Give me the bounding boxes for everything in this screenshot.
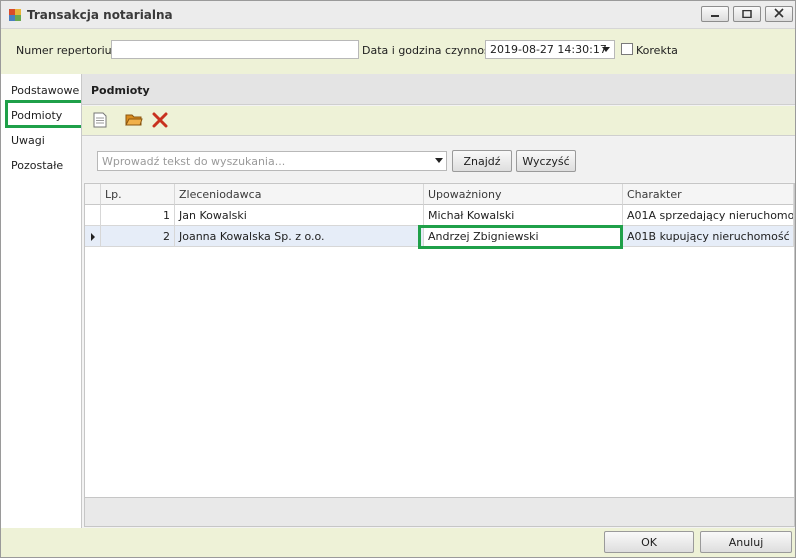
maximize-button[interactable] [733, 6, 761, 22]
repertorium-label: Numer repertorium [16, 44, 123, 57]
search-input[interactable]: Wprowadź tekst do wyszukania... [97, 151, 447, 171]
cell-client[interactable]: Jan Kowalski [175, 205, 424, 226]
main-window: Transakcja notarialna Numer repertorium … [0, 0, 796, 558]
table-footer [84, 498, 795, 527]
main-panel: Podmioty Wprowadź tekst do wyszukania...… [81, 74, 795, 528]
dialog-buttons: OK Anuluj [1, 528, 795, 557]
column-header-role[interactable]: Charakter [623, 184, 794, 205]
table-row[interactable]: 1 Jan Kowalski Michał Kowalski A01A sprz… [85, 205, 794, 226]
datetime-value: 2019-08-27 14:30:17 [490, 43, 607, 56]
nav-item-pozostale[interactable]: Pozostałe [11, 159, 63, 172]
correction-label: Korekta [636, 44, 678, 57]
find-button[interactable]: Znajdź [452, 150, 512, 172]
open-folder-icon [125, 112, 143, 130]
column-header-client[interactable]: Zleceniodawca [175, 184, 424, 205]
cancel-button[interactable]: Anuluj [700, 531, 792, 553]
column-header-lp[interactable]: Lp. [101, 184, 175, 205]
row-indicator[interactable] [85, 226, 101, 247]
new-document-icon [93, 112, 107, 131]
left-navigation: Podstawowe Podmioty Uwagi Pozostałe [1, 74, 81, 528]
close-icon [774, 7, 784, 21]
delete-icon [152, 112, 168, 131]
app-icon [8, 8, 22, 22]
nav-item-uwagi[interactable]: Uwagi [11, 134, 45, 147]
delete-button[interactable] [151, 112, 169, 130]
table-header: Lp. Zleceniodawca Upoważniony Charakter [85, 184, 794, 205]
maximize-icon [742, 8, 752, 21]
cell-role[interactable]: A01B kupujący nieruchomość [623, 226, 794, 247]
ok-button[interactable]: OK [604, 531, 694, 553]
search-area: Wprowadź tekst do wyszukania... Znajdź W… [82, 137, 795, 182]
datetime-label: Data i godzina czynności [362, 44, 499, 57]
minimize-icon [710, 8, 720, 21]
correction-checkbox[interactable] [621, 43, 633, 55]
clear-button[interactable]: Wyczyść [516, 150, 576, 172]
datetime-picker[interactable]: 2019-08-27 14:30:17 [485, 40, 615, 59]
search-placeholder: Wprowadź tekst do wyszukania... [102, 155, 286, 168]
panel-title: Podmioty [82, 74, 795, 105]
header-form: Numer repertorium Data i godzina czynnoś… [1, 30, 795, 74]
row-indicator[interactable] [85, 205, 101, 226]
new-button[interactable] [91, 112, 109, 130]
title-bar[interactable]: Transakcja notarialna [1, 1, 795, 29]
cell-lp[interactable]: 1 [101, 205, 175, 226]
cell-authorized[interactable]: Michał Kowalski [424, 205, 623, 226]
minimize-button[interactable] [701, 6, 729, 22]
column-header-authorized[interactable]: Upoważniony [424, 184, 623, 205]
window-title: Transakcja notarialna [27, 8, 173, 22]
repertorium-input[interactable] [111, 40, 359, 59]
open-button[interactable] [125, 112, 143, 130]
row-indicator-header [85, 184, 101, 205]
close-button[interactable] [765, 6, 793, 22]
chevron-down-icon[interactable] [435, 158, 443, 163]
cell-lp[interactable]: 2 [101, 226, 175, 247]
current-row-icon [91, 233, 95, 241]
toolbar [82, 106, 795, 136]
cell-role[interactable]: A01A sprzedający nieruchomość [623, 205, 794, 226]
nav-item-podstawowe[interactable]: Podstawowe [11, 84, 79, 97]
cell-client[interactable]: Joanna Kowalska Sp. z o.o. [175, 226, 424, 247]
chevron-down-icon[interactable] [602, 47, 610, 52]
cell-highlight-frame [418, 225, 623, 249]
nav-highlight-frame [5, 100, 84, 128]
